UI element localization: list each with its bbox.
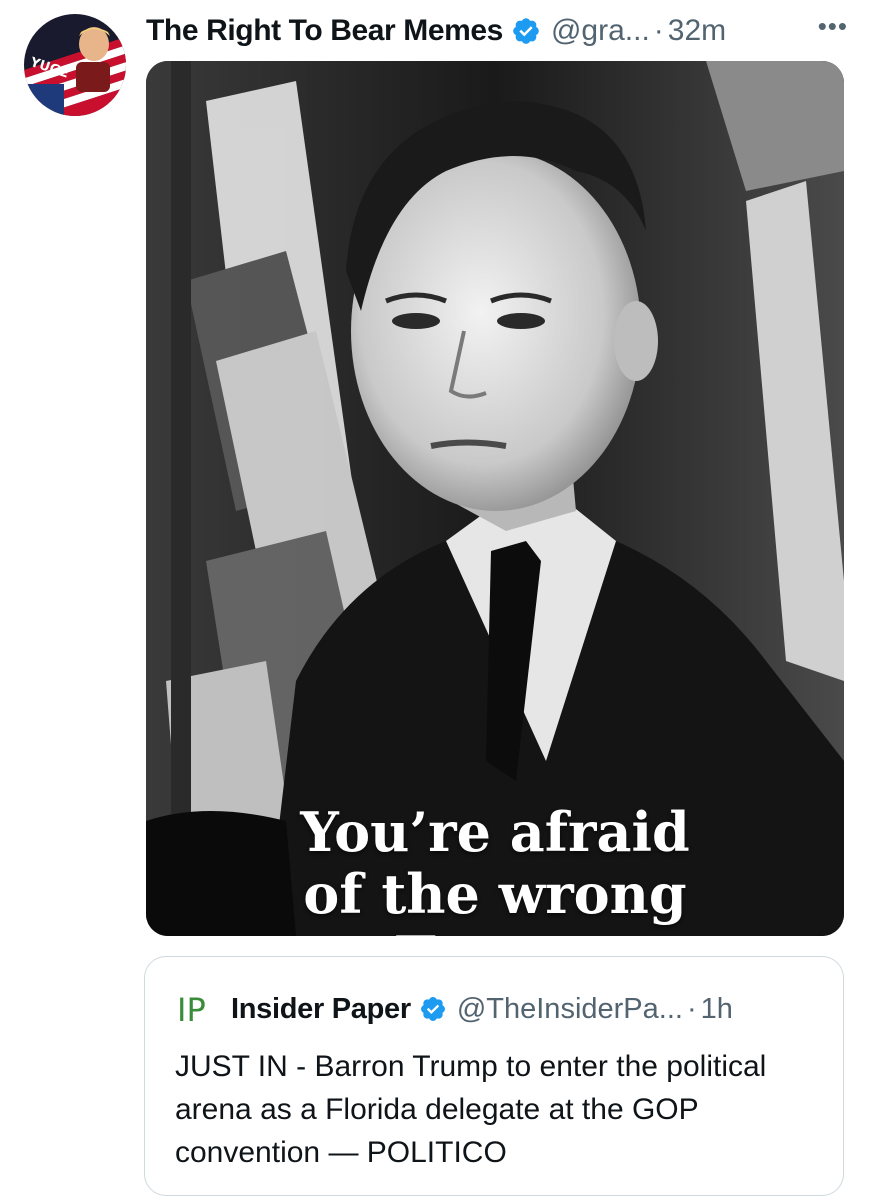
separator-dot: · (653, 14, 664, 47)
separator-dot: · (686, 992, 697, 1025)
avatar[interactable]: YUGE (24, 14, 126, 116)
logo-text: IP (177, 991, 206, 1027)
meme-caption: You’re afraid of the wrong Trump (146, 801, 844, 936)
insider-paper-logo[interactable]: IP (175, 991, 219, 1027)
more-horizontal-icon[interactable]: ••• (818, 13, 848, 39)
quoted-tweet-header: IP Insider Paper @TheInsiderPa... · 1h (175, 989, 823, 1029)
meme-caption-line: You’re afraid (300, 800, 690, 864)
timestamp[interactable]: 32m (668, 14, 726, 48)
quoted-timestamp[interactable]: 1h (701, 993, 733, 1026)
display-name[interactable]: The Right To Bear Memes (146, 14, 503, 48)
quoted-handle[interactable]: @TheInsiderPa... (457, 993, 683, 1026)
meme-caption-line: Trump (146, 925, 844, 936)
quoted-display-name[interactable]: Insider Paper (231, 993, 411, 1026)
tweet-media-image[interactable]: You’re afraid of the wrong Trump (146, 61, 844, 936)
meme-caption-line: of the wrong (303, 862, 687, 926)
verified-badge-icon (420, 997, 445, 1021)
quoted-tweet[interactable]: IP Insider Paper @TheInsiderPa... · 1h J… (144, 956, 844, 1196)
handle[interactable]: @gra... (551, 14, 650, 48)
quoted-tweet-text: JUST IN - Barron Trump to enter the poli… (175, 1050, 767, 1169)
verified-badge-icon (513, 18, 539, 44)
tweet-header: The Right To Bear Memes @gra... · 32m ••… (146, 8, 848, 54)
